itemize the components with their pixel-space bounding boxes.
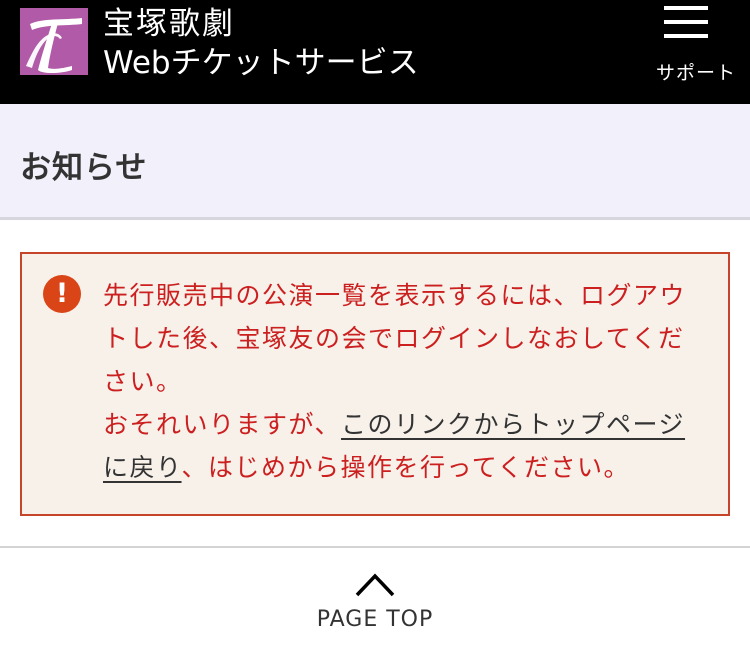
page-title: お知らせ xyxy=(20,150,148,186)
notice-instruction: おそれいりますが、このリンクからトップページに戻り、はじめから操作を行ってくださ… xyxy=(103,403,703,489)
takarazuka-logo[interactable]: T xyxy=(20,8,88,75)
notice-instruction-suffix: 、はじめから操作を行ってください。 xyxy=(181,453,631,482)
notice-message: 先行販売中の公演一覧を表示するには、ログアウトした後、宝塚友の会でログインしなお… xyxy=(103,281,687,396)
footer-divider xyxy=(0,546,750,548)
notice-instruction-prefix: おそれいりますが、 xyxy=(103,410,342,439)
logo-t-icon: T xyxy=(20,8,88,75)
support-menu-button[interactable]: サポート xyxy=(642,0,750,104)
support-menu-label: サポート xyxy=(655,62,736,84)
hamburger-icon xyxy=(664,6,708,38)
chevron-up-icon xyxy=(355,573,395,597)
page-top-label: PAGE TOP xyxy=(316,607,434,632)
site-header: T 宝塚歌劇 Webチケットサービス サポート xyxy=(0,0,750,104)
notice-box: ! 先行販売中の公演一覧を表示するには、ログアウトした後、宝塚友の会でログインし… xyxy=(20,252,730,516)
exclamation-icon: ! xyxy=(43,275,81,313)
page-top-button[interactable]: PAGE TOP xyxy=(300,566,450,636)
brand-name: 宝塚歌劇 xyxy=(103,6,235,42)
notice-text: 先行販売中の公演一覧を表示するには、ログアウトした後、宝塚友の会でログインしなお… xyxy=(103,274,703,489)
brand-title[interactable]: 宝塚歌劇 Webチケットサービス xyxy=(103,5,419,82)
service-name: Webチケットサービス xyxy=(103,45,419,81)
page-title-bar: お知らせ xyxy=(0,104,750,220)
